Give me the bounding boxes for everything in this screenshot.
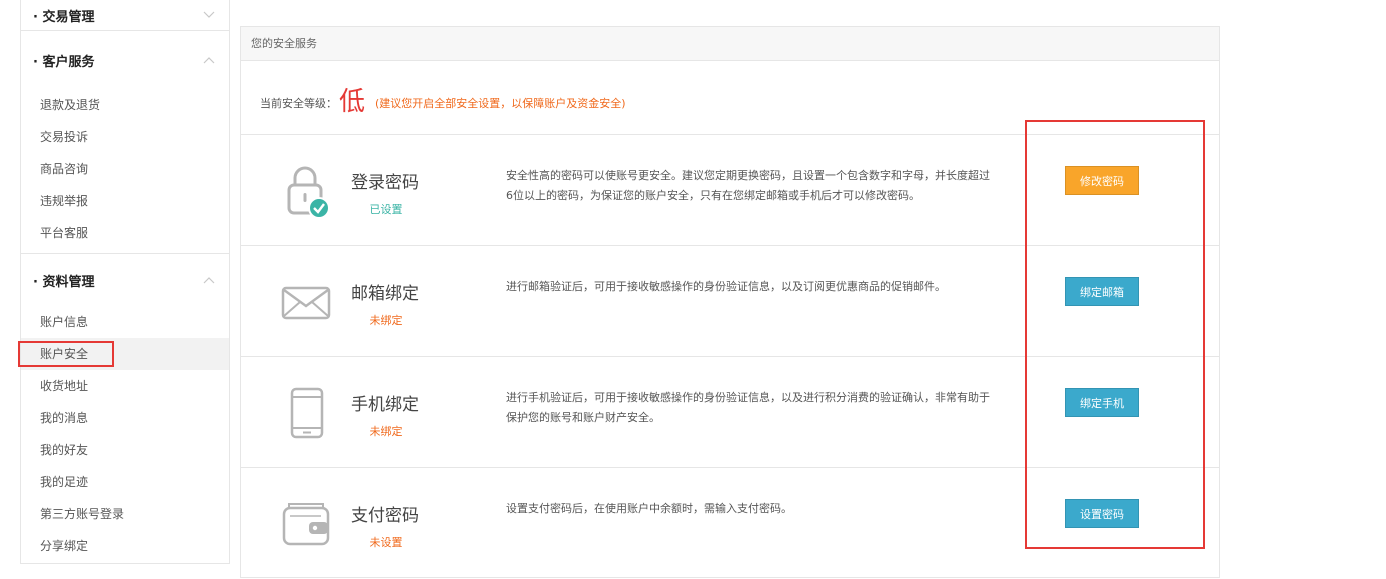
service-row-login-password: 登录密码 已设置 安全性高的密码可以使账号更安全。建议您定期更换密码，且设置一个… (241, 135, 1219, 246)
sidebar-item-messages[interactable]: 我的消息 (21, 402, 229, 434)
phone-icon (281, 385, 333, 441)
service-description: 进行邮箱验证后，可用于接收敏感操作的身份验证信息，以及订阅更优惠商品的促销邮件。 (506, 280, 946, 293)
sidebar-item-account-security[interactable]: 账户安全 (18, 338, 229, 370)
bind-email-button[interactable]: 绑定邮箱 (1065, 277, 1139, 306)
envelope-icon (281, 274, 333, 330)
security-level-value: 低 (339, 87, 366, 117)
change-password-button[interactable]: 修改密码 (1065, 166, 1139, 195)
service-name: 登录密码 (351, 173, 419, 193)
sidebar-item-address[interactable]: 收货地址 (21, 370, 229, 402)
lock-check-icon (281, 163, 333, 219)
sidebar-item-footprints[interactable]: 我的足迹 (21, 466, 229, 498)
sidebar-group-title: · 交易管理 (33, 9, 95, 25)
sidebar-group-header[interactable]: · 资料管理 (21, 254, 229, 306)
service-row-phone: 手机绑定 未绑定 进行手机验证后，可用于接收敏感操作的身份验证信息，以及进行积分… (241, 357, 1219, 468)
service-row-payment-password: 支付密码 未设置 设置支付密码后，在使用账户中余额时，需输入支付密码。 设置密码 (241, 468, 1219, 579)
wallet-icon (281, 496, 333, 552)
service-description: 设置支付密码后，在使用账户中余额时，需输入支付密码。 (506, 502, 792, 515)
service-status: 未设置 (369, 536, 403, 549)
bind-phone-button[interactable]: 绑定手机 (1065, 388, 1139, 417)
service-name: 手机绑定 (351, 395, 419, 415)
sidebar-item-report[interactable]: 违规举报 (21, 185, 229, 217)
chevron-up-icon (203, 54, 215, 66)
security-level-tip: (建议您开启全部安全设置，以保障账户及资金安全) (375, 96, 626, 110)
service-status: 未绑定 (369, 314, 403, 327)
service-description: 进行手机验证后，可用于接收敏感操作的身份验证信息，以及进行积分消费的验证确认，非… (506, 391, 990, 424)
sidebar: · 交易管理 · 客户服务 退款及退货 交易投诉 商品咨询 违规举报 平台客服 … (18, 0, 230, 564)
sidebar-item-refund[interactable]: 退款及退货 (21, 89, 229, 121)
sidebar-item-account-info[interactable]: 账户信息 (21, 306, 229, 338)
sidebar-item-share-binding[interactable]: 分享绑定 (21, 530, 229, 562)
security-panel: 您的安全服务 当前安全等级： 低 (建议您开启全部安全设置，以保障账户及资金安全… (240, 26, 1220, 578)
chevron-up-icon (203, 274, 215, 286)
sidebar-item-support[interactable]: 平台客服 (21, 217, 229, 249)
sidebar-item-consult[interactable]: 商品咨询 (21, 153, 229, 185)
sidebar-group-trade[interactable]: · 交易管理 (21, 0, 229, 31)
sidebar-item-third-party-login[interactable]: 第三方账号登录 (21, 498, 229, 530)
set-payment-password-button[interactable]: 设置密码 (1065, 499, 1139, 528)
service-name: 支付密码 (351, 506, 419, 526)
sidebar-item-complaint[interactable]: 交易投诉 (21, 121, 229, 153)
service-status: 已设置 (369, 203, 403, 216)
chevron-down-icon (203, 9, 215, 21)
sidebar-group-title: · 资料管理 (33, 274, 95, 290)
sidebar-group-service: · 客户服务 退款及退货 交易投诉 商品咨询 违规举报 平台客服 (21, 31, 229, 254)
service-status: 未绑定 (369, 425, 403, 438)
security-level-label: 当前安全等级： (260, 96, 337, 110)
sidebar-group-title: · 客户服务 (33, 54, 95, 70)
panel-title: 您的安全服务 (241, 27, 1219, 61)
service-row-email: 邮箱绑定 未绑定 进行邮箱验证后，可用于接收敏感操作的身份验证信息，以及订阅更优… (241, 246, 1219, 357)
sidebar-group-header[interactable]: · 客户服务 (21, 31, 229, 89)
sidebar-item-friends[interactable]: 我的好友 (21, 434, 229, 466)
sidebar-group-profile: · 资料管理 账户信息 账户安全 收货地址 我的消息 我的好友 我的足迹 第三方… (18, 254, 229, 562)
service-name: 邮箱绑定 (351, 284, 419, 304)
security-level: 当前安全等级： 低 (建议您开启全部安全设置，以保障账户及资金安全) (241, 61, 1219, 135)
highlight-box (18, 341, 114, 367)
service-description: 安全性高的密码可以使账号更安全。建议您定期更换密码，且设置一个包含数字和字母，并… (506, 169, 990, 202)
